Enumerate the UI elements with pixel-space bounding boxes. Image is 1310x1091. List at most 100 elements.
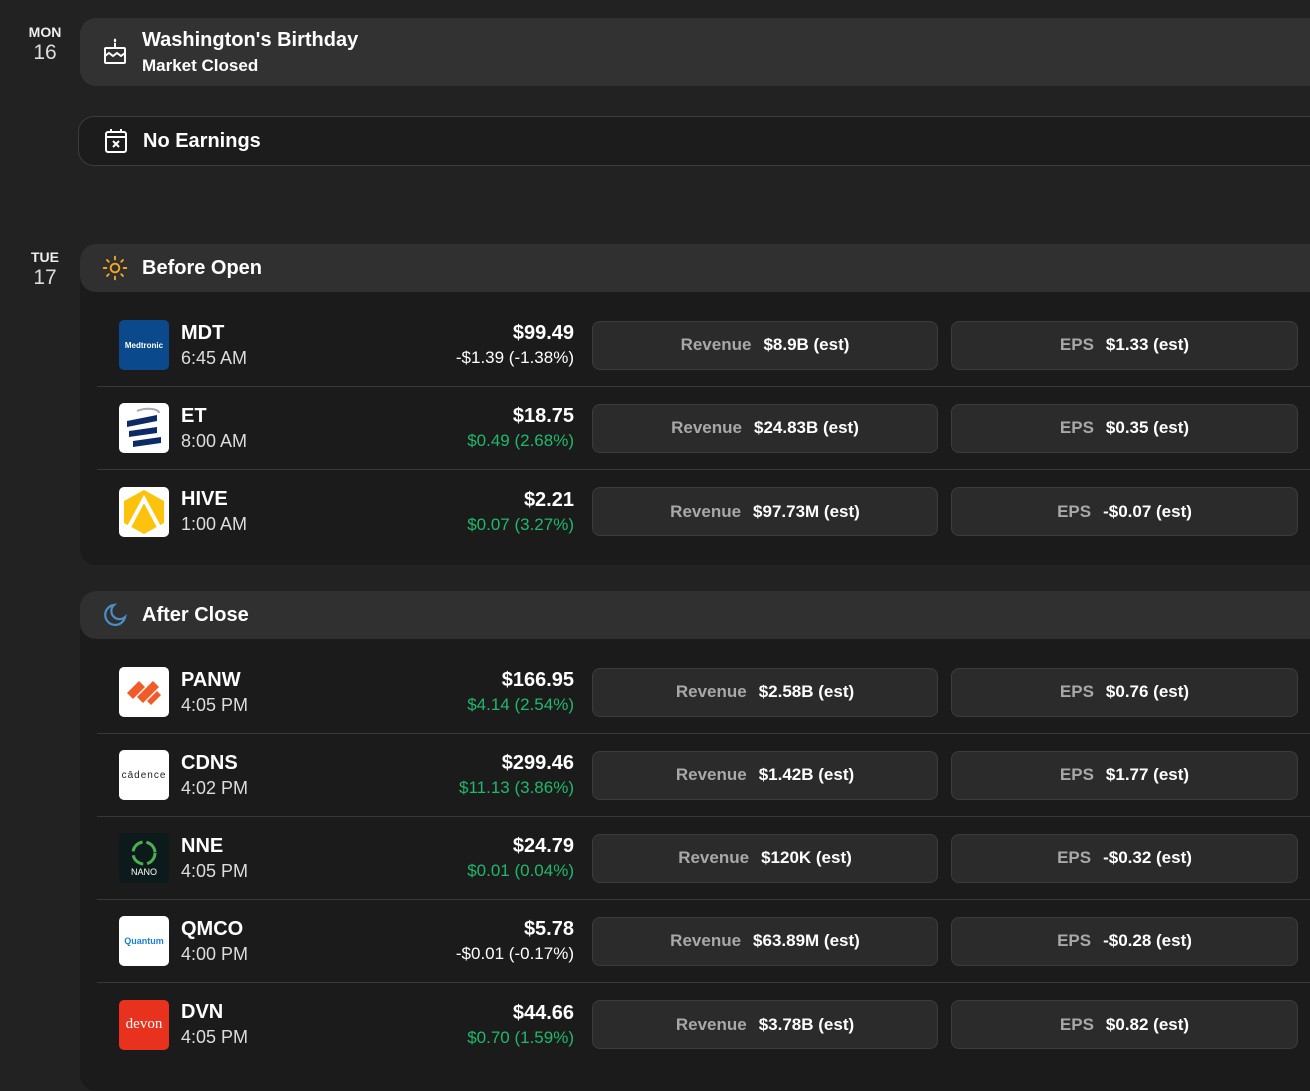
- ticker-symbol[interactable]: PANW: [181, 669, 381, 692]
- earnings-row[interactable]: Medtronic MDT 6:45 AM $99.49 -$1.39 (-1.38…: [97, 304, 1310, 387]
- eps-value: $0.82 (est): [1105, 1014, 1190, 1034]
- logo-text: cādence: [119, 750, 169, 800]
- ticker-symbol[interactable]: ET: [181, 405, 381, 428]
- revenue-label: Revenue: [675, 765, 747, 784]
- ticker-symbol[interactable]: DVN: [181, 1001, 381, 1024]
- eps-value: -$0.28 (est): [1103, 931, 1192, 950]
- report-time: 4:05 PM: [181, 1027, 249, 1047]
- report-time: 6:45 AM: [181, 347, 248, 368]
- eps-label: EPS: [1059, 335, 1094, 354]
- earnings-row[interactable]: devon DVN 4:05 PM $44.66 $0.70 (1.59%) Rev…: [97, 983, 1310, 1066]
- revenue-value: $8.9B (est): [763, 335, 850, 354]
- revenue-estimate-button[interactable]: Revenue $2.58B (est): [592, 667, 938, 717]
- ticker-symbol[interactable]: MDT: [181, 322, 381, 345]
- company-logo: [119, 486, 169, 537]
- calendar-x-icon: [103, 128, 129, 154]
- ticker-symbol[interactable]: NNE: [181, 835, 381, 858]
- sun-icon: [102, 255, 128, 281]
- revenue-value: $24.83B (est): [753, 418, 859, 437]
- revenue-estimate-button[interactable]: Revenue $3.78B (est): [592, 1000, 938, 1049]
- stock-price: $18.75: [512, 405, 574, 427]
- revenue-estimate-button[interactable]: Revenue $97.73M (est): [592, 487, 938, 536]
- eps-value: $1.77 (est): [1105, 765, 1190, 784]
- eps-estimate-button[interactable]: EPS $0.76 (est): [951, 667, 1298, 717]
- day-of-week: TUE: [31, 249, 59, 265]
- eps-estimate-button[interactable]: EPS $0.82 (est): [951, 1000, 1298, 1049]
- revenue-label: Revenue: [675, 1014, 747, 1034]
- revenue-estimate-button[interactable]: Revenue $63.89M (est): [592, 916, 938, 966]
- report-time: 1:00 AM: [181, 514, 248, 534]
- section-header: Before Open: [80, 244, 1310, 292]
- revenue-estimate-button[interactable]: Revenue $1.42B (est): [592, 750, 938, 800]
- moon-icon: [102, 602, 128, 628]
- revenue-value: $97.73M (est): [753, 501, 860, 521]
- revenue-value: $63.89M (est): [753, 931, 860, 950]
- revenue-label: Revenue: [670, 931, 742, 950]
- report-time: 4:05 PM: [181, 860, 249, 881]
- price-change: -$1.39 (-1.38%): [455, 348, 574, 367]
- holiday-card: Washington's Birthday Market Closed: [80, 18, 1310, 86]
- eps-value: -$0.32 (est): [1103, 848, 1192, 867]
- logo-text: NANO: [130, 867, 157, 877]
- revenue-label: Revenue: [671, 418, 742, 437]
- price-change: $11.13 (3.86%): [459, 778, 574, 797]
- eps-estimate-button[interactable]: EPS $0.35 (est): [951, 403, 1298, 453]
- revenue-label: Revenue: [675, 682, 747, 701]
- after-close-section: After Close PANW 4:05 PM $166.95 $4.14 (2.…: [80, 591, 1310, 1091]
- eps-value: $0.35 (est): [1105, 418, 1190, 437]
- day-number: 16: [33, 41, 57, 64]
- earnings-row[interactable]: cādence CDNS 4:02 PM $299.46 $11.13 (3.86%…: [97, 734, 1310, 817]
- eps-value: $1.33 (est): [1105, 335, 1190, 354]
- report-time: 8:00 AM: [181, 430, 248, 451]
- earnings-row[interactable]: ET 8:00 AM $18.75 $0.49 (2.68%) Revenue $24…: [97, 387, 1310, 470]
- earnings-row[interactable]: NANO NNE 4:05 PM $24.79 $0.01 (0.04%) Reve…: [97, 817, 1310, 900]
- price-change: $0.07 (3.27%): [467, 514, 574, 534]
- holiday-subtitle: Market Closed: [142, 55, 259, 75]
- company-logo: Quantum: [119, 916, 169, 966]
- price-change: $0.01 (0.04%): [467, 861, 574, 880]
- stock-price: $5.78: [523, 918, 574, 940]
- revenue-estimate-button[interactable]: Revenue $120K (est): [592, 833, 938, 883]
- eps-estimate-button[interactable]: EPS -$0.07 (est): [951, 487, 1298, 536]
- section-header: After Close: [80, 591, 1310, 639]
- earnings-row[interactable]: HIVE 1:00 AM $2.21 $0.07 (3.27%) Revenue $9…: [97, 470, 1310, 553]
- company-logo: Medtronic: [119, 320, 169, 370]
- eps-estimate-button[interactable]: EPS -$0.32 (est): [951, 833, 1298, 883]
- ticker-symbol[interactable]: QMCO: [181, 918, 381, 941]
- stock-price: $299.46: [501, 752, 574, 774]
- revenue-estimate-button[interactable]: Revenue $24.83B (est): [592, 403, 938, 453]
- report-time: 4:02 PM: [181, 777, 249, 798]
- no-earnings-card: No Earnings: [78, 116, 1310, 166]
- ticker-symbol[interactable]: CDNS: [181, 752, 381, 775]
- before-open-section: Before Open Medtronic MDT 6:45 AM $99.49 -…: [80, 244, 1310, 565]
- eps-estimate-button[interactable]: EPS -$0.28 (est): [951, 916, 1298, 966]
- report-time: 4:00 PM: [181, 943, 249, 964]
- eps-value: -$0.07 (est): [1103, 501, 1192, 521]
- holiday-title: Washington's Birthday: [142, 28, 359, 51]
- ticker-symbol[interactable]: HIVE: [181, 488, 381, 511]
- day-number: 17: [33, 266, 57, 289]
- day-of-week: MON: [28, 24, 62, 40]
- report-time: 4:05 PM: [181, 694, 249, 715]
- eps-label: EPS: [1059, 765, 1094, 784]
- logo-text: devon: [119, 999, 169, 1050]
- earnings-row[interactable]: Quantum QMCO 4:00 PM $5.78 -$0.01 (-0.17%)…: [97, 900, 1310, 983]
- eps-label: EPS: [1059, 1014, 1094, 1034]
- price-change: -$0.01 (-0.17%): [455, 944, 574, 963]
- day-label-mon: MON 16: [0, 24, 90, 65]
- birthday-cake-icon: [102, 38, 128, 65]
- eps-estimate-button[interactable]: EPS $1.33 (est): [951, 320, 1298, 370]
- section-title: Before Open: [142, 256, 263, 279]
- revenue-label: Revenue: [678, 848, 750, 867]
- revenue-estimate-button[interactable]: Revenue $8.9B (est): [592, 320, 938, 370]
- earnings-row[interactable]: PANW 4:05 PM $166.95 $4.14 (2.54%) Revenue…: [97, 651, 1310, 734]
- eps-label: EPS: [1059, 418, 1094, 437]
- eps-estimate-button[interactable]: EPS $1.77 (est): [951, 750, 1298, 800]
- company-logo: devon: [119, 999, 169, 1050]
- revenue-label: Revenue: [680, 335, 752, 354]
- eps-value: $0.76 (est): [1105, 682, 1190, 701]
- stock-price: $2.21: [523, 488, 574, 511]
- company-logo: NANO: [119, 833, 169, 883]
- revenue-value: $1.42B (est): [758, 765, 855, 784]
- revenue-label: Revenue: [670, 501, 742, 521]
